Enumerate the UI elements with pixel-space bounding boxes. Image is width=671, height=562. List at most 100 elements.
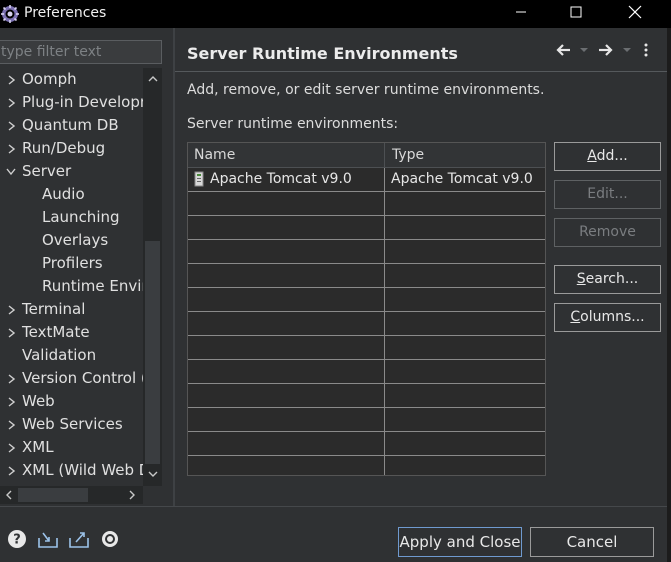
record-icon[interactable]: [98, 527, 122, 551]
empty-table-row: [188, 408, 545, 432]
chevron-right-icon[interactable]: [5, 68, 17, 91]
chevron-right-icon[interactable]: [5, 298, 17, 321]
cancel-button[interactable]: Cancel: [530, 527, 654, 557]
scroll-down-icon[interactable]: [143, 464, 162, 484]
tree-item[interactable]: Plug-in Development: [0, 91, 143, 114]
tree-item[interactable]: Audio: [0, 183, 143, 206]
import-icon[interactable]: [36, 527, 60, 551]
chevron-right-icon[interactable]: [5, 413, 17, 436]
cell-type: [386, 408, 545, 431]
runtimes-table: Name Type Apache Tomcat v9.0 Apache Tomca…: [187, 142, 546, 476]
chevron-right-icon[interactable]: [5, 91, 17, 114]
cell-type: [386, 336, 545, 359]
cell-type: [386, 288, 545, 311]
tree-item[interactable]: Overlays: [0, 229, 143, 252]
svg-text:?: ?: [13, 533, 21, 548]
maximize-button[interactable]: [553, 0, 599, 28]
scroll-right-icon[interactable]: [124, 486, 140, 504]
apply-and-close-button[interactable]: Apply and Close: [398, 527, 522, 557]
cell-type: [386, 312, 545, 335]
tree-item-label: Validation: [22, 346, 97, 364]
tree-item-label: Launching: [42, 208, 120, 226]
chevron-down-icon[interactable]: [622, 40, 632, 60]
tree-item[interactable]: Launching: [0, 206, 143, 229]
cell-name: [188, 456, 385, 475]
cell-name: [188, 288, 385, 311]
scroll-up-icon[interactable]: [143, 68, 162, 88]
tree-item[interactable]: Quantum DB: [0, 114, 143, 137]
chevron-right-icon[interactable]: [5, 367, 17, 390]
tree-item[interactable]: TextMate: [0, 321, 143, 344]
empty-table-row: [188, 216, 545, 240]
columns-button[interactable]: Columns...: [554, 303, 661, 332]
export-icon[interactable]: [67, 527, 91, 551]
tree-item-label: Web Services: [22, 415, 123, 433]
column-header-type[interactable]: Type: [386, 143, 545, 168]
add-mnemonic: A: [587, 148, 597, 164]
empty-table-row: [188, 312, 545, 336]
tree-item-label: Quantum DB: [22, 116, 119, 134]
tree-item[interactable]: XML (Wild Web Developer): [0, 459, 143, 482]
scroll-thumb[interactable]: [145, 241, 160, 464]
close-button[interactable]: [612, 0, 658, 28]
column-header-name[interactable]: Name: [188, 143, 385, 168]
tree-item[interactable]: Run/Debug: [0, 137, 143, 160]
tree-item-label: XML (Wild Web Developer): [22, 461, 143, 479]
tree-item[interactable]: Runtime Environments: [0, 275, 143, 298]
chevron-right-icon[interactable]: [5, 390, 17, 413]
chevron-right-icon[interactable]: [5, 321, 17, 344]
minimize-button[interactable]: [498, 0, 544, 28]
tree-item[interactable]: Web: [0, 390, 143, 413]
tree-item[interactable]: Terminal: [0, 298, 143, 321]
tree-item-label: TextMate: [22, 323, 90, 341]
chevron-right-icon[interactable]: [5, 137, 17, 160]
cell-type: [386, 432, 545, 455]
filter-input[interactable]: type filter text: [0, 40, 162, 64]
chevron-down-icon[interactable]: [5, 160, 17, 183]
tree-item[interactable]: XML: [0, 436, 143, 459]
chevron-right-icon[interactable]: [5, 459, 17, 482]
tree-item[interactable]: Server: [0, 160, 143, 183]
cell-type: [386, 192, 545, 215]
cell-name: [188, 312, 385, 335]
minimize-icon: [515, 6, 527, 22]
more-options-icon[interactable]: [643, 40, 649, 60]
table-row[interactable]: Apache Tomcat v9.0 Apache Tomcat v9.0: [188, 168, 545, 192]
tree-item[interactable]: Oomph: [0, 68, 143, 91]
forward-arrow-icon[interactable]: [598, 40, 614, 60]
scroll-thumb[interactable]: [18, 488, 88, 502]
runtime-name: Apache Tomcat v9.0: [210, 171, 352, 187]
close-icon: [628, 5, 642, 23]
edit-button[interactable]: Edit...: [554, 180, 661, 209]
empty-table-row: [188, 264, 545, 288]
back-arrow-icon[interactable]: [555, 40, 571, 60]
chevron-right-icon[interactable]: [5, 114, 17, 137]
cell-type: [386, 456, 545, 475]
tree-vertical-scrollbar[interactable]: [143, 68, 162, 486]
empty-table-row: [188, 456, 545, 475]
remove-button[interactable]: Remove: [554, 218, 661, 247]
tree-item-label: Terminal: [22, 300, 86, 318]
cell-type: [386, 360, 545, 383]
help-icon[interactable]: ?: [5, 527, 29, 551]
tree-item-label: Runtime Environments: [42, 277, 143, 295]
tree-item[interactable]: Validation: [0, 344, 143, 367]
chevron-down-icon[interactable]: [579, 40, 589, 60]
search-label: earch...: [585, 271, 639, 287]
tree-item[interactable]: Profilers: [0, 252, 143, 275]
search-mnemonic: S: [576, 271, 586, 287]
cell-type: [386, 240, 545, 263]
empty-table-row: [188, 288, 545, 312]
chevron-right-icon[interactable]: [5, 436, 17, 459]
columns-label: olumns...: [580, 309, 645, 325]
empty-table-row: [188, 384, 545, 408]
preference-tree-panel: type filter text Oomph Plug-in Developmen…: [0, 28, 172, 506]
tree-item[interactable]: Web Services: [0, 413, 143, 436]
tree-horizontal-scrollbar[interactable]: [0, 486, 143, 504]
cell-name: [188, 192, 385, 215]
scroll-left-icon[interactable]: [0, 486, 16, 504]
search-button[interactable]: Search...: [554, 265, 661, 294]
add-button[interactable]: Add...: [554, 142, 661, 171]
tree-item[interactable]: Version Control (Team): [0, 367, 143, 390]
empty-table-row: [188, 192, 545, 216]
